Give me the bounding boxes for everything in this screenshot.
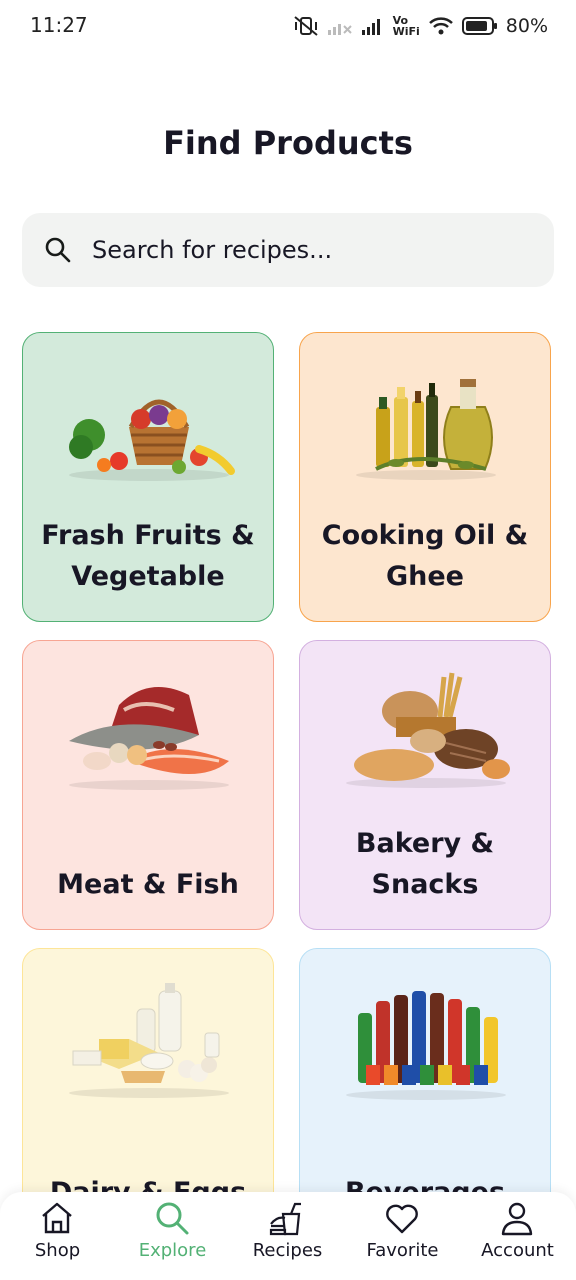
battery-icon	[461, 16, 498, 36]
bakery-image	[336, 665, 516, 795]
nav-label: Explore	[138, 1240, 207, 1261]
store-icon	[39, 1200, 75, 1236]
nav-label: Favorite	[366, 1240, 439, 1261]
search-icon	[44, 236, 72, 268]
nav-label: Account	[481, 1240, 554, 1261]
vowifi-icon: Vo WiFi	[393, 15, 420, 37]
category-card-bakery-snacks[interactable]: Bakery & Snacks	[299, 640, 551, 930]
battery-percentage: 80%	[505, 15, 548, 37]
mute-vibrate-icon	[293, 15, 319, 37]
category-label: Frash Fruits & Vegetable	[41, 520, 255, 592]
meat-fish-image	[59, 665, 239, 795]
search-icon	[154, 1200, 190, 1236]
oil-bottles-image	[336, 357, 516, 487]
nav-item-account[interactable]: Account	[460, 1192, 575, 1280]
vowifi-line2: WiFi	[392, 25, 420, 38]
category-label: Bakery & Snacks	[355, 828, 495, 900]
dairy-eggs-image	[59, 973, 239, 1103]
wifi-icon	[428, 16, 454, 36]
bottom-navigation: Shop Explore Recipes Favorite Account	[0, 1192, 576, 1280]
category-card-meat-fish[interactable]: Meat & Fish	[22, 640, 274, 930]
nav-item-recipes[interactable]: Recipes	[230, 1192, 345, 1280]
signal-icon	[361, 16, 385, 36]
search-bar[interactable]	[22, 213, 554, 287]
heart-icon	[384, 1200, 420, 1236]
nav-item-explore[interactable]: Explore	[115, 1192, 230, 1280]
signal-icon	[327, 16, 353, 36]
nav-item-shop[interactable]: Shop	[0, 1192, 115, 1280]
search-input[interactable]	[92, 213, 532, 287]
fruit-basket-image	[59, 357, 239, 487]
category-label: Cooking Oil & Ghee	[321, 520, 529, 592]
status-icons: Vo WiFi 80%	[293, 12, 548, 40]
nav-label: Shop	[34, 1240, 81, 1261]
status-bar: 11:27 Vo WiFi 80%	[0, 0, 576, 54]
category-label: Meat & Fish	[57, 869, 239, 900]
beverages-image	[336, 973, 516, 1103]
nav-label: Recipes	[252, 1240, 323, 1261]
status-time: 11:27	[30, 13, 88, 37]
category-card-cooking-oil[interactable]: Cooking Oil & Ghee	[299, 332, 551, 622]
page-title: Find Products	[163, 124, 413, 162]
category-card-fresh-fruits[interactable]: Frash Fruits & Vegetable	[22, 332, 274, 622]
nav-item-favorite[interactable]: Favorite	[345, 1192, 460, 1280]
burger-drink-icon	[269, 1200, 305, 1236]
user-icon	[499, 1200, 535, 1236]
